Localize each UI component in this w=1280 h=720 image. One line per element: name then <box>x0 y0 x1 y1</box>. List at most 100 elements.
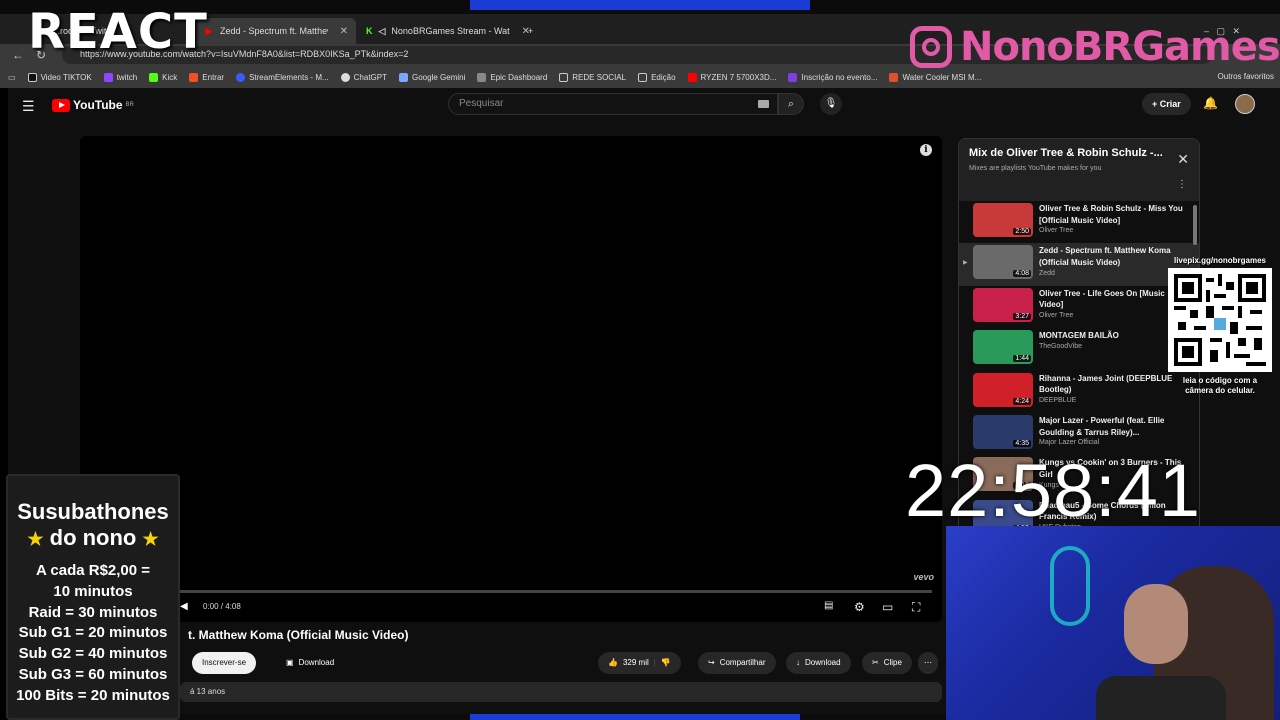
like-button[interactable]: 👍 329 mil | 👎 <box>598 652 681 674</box>
tab-kick[interactable]: K ◁ NonoBRGames Stream - Wat ✕ <box>358 18 530 44</box>
youtube-play-icon <box>52 98 70 112</box>
duration-badge: 4:24 <box>1013 397 1031 405</box>
react-title: REACT <box>28 4 208 60</box>
playlist-thumbnail[interactable]: 4:08 <box>973 245 1033 280</box>
mute-icon[interactable]: ◁ <box>379 26 386 37</box>
subathon-rule: Raid = 30 minutos <box>28 603 158 621</box>
playlist-item-title[interactable]: Oliver Tree & Robin Schulz - Miss You [O… <box>1039 203 1191 226</box>
keyboard-icon[interactable] <box>758 100 769 108</box>
more-vert-icon[interactable]: ⋮ <box>1177 179 1187 190</box>
playlist-item-text: MONTAGEM BAILÃO TheGoodVibe <box>1039 330 1119 368</box>
bookmark-item[interactable]: Epic Dashboard <box>477 72 547 82</box>
streamer-face <box>1124 584 1188 664</box>
playlist-item[interactable]: 1:44 MONTAGEM BAILÃO TheGoodVibe <box>959 328 1199 370</box>
back-icon[interactable]: ← <box>12 48 24 62</box>
playlist-item-title[interactable]: MONTAGEM BAILÃO <box>1039 330 1119 342</box>
video-title: t. Matthew Koma (Official Music Video) <box>188 628 409 642</box>
close-tab-icon[interactable]: ✕ <box>340 26 348 37</box>
bookmark-item[interactable]: twitch <box>103 72 137 82</box>
clip-button[interactable]: ✂ Clipe <box>862 652 912 674</box>
playlist-thumbnail[interactable]: 4:35 <box>973 414 1033 449</box>
now-playing-icon: ▶ <box>963 260 968 267</box>
bookmark-item[interactable]: RYZEN 7 5700X3D... <box>687 72 776 82</box>
tab-label: NonoBRGames Stream - Wat <box>391 26 510 36</box>
search-icon: ⌕ <box>787 98 795 110</box>
download-button[interactable]: ↓ Download <box>786 652 851 674</box>
subathon-subtitle: ★ do nono ★ <box>27 525 159 550</box>
subathon-panel: Susubathones ★ do nono ★ A cada R$2,00 =… <box>6 474 180 720</box>
settings-gear-icon[interactable]: ⚙ <box>854 600 865 614</box>
scrollbar[interactable] <box>1193 205 1197 245</box>
create-button[interactable]: + Criar <box>1142 93 1191 115</box>
avatar[interactable] <box>1235 94 1255 114</box>
subathon-rule: 100 Bits = 20 minutos <box>16 686 170 704</box>
bookmark-item[interactable]: Water Cooler MSI M... <box>889 72 981 82</box>
search-button[interactable]: ⌕ <box>778 93 804 115</box>
fullscreen-icon[interactable]: ⛶ <box>912 600 920 615</box>
tab-youtube[interactable]: ▶ Zedd - Spectrum ft. Matthew Kom ✕ <box>196 18 356 44</box>
playlist-item[interactable]: 3:27 Oliver Tree - Life Goes On [Music Vi… <box>959 286 1199 328</box>
share-icon: ↪ <box>708 658 715 667</box>
video-player[interactable]: i vevo ◀ 0:00 / 4:08 ▤ ⚙ ▭ ⛶ <box>80 136 942 622</box>
bookmark-folder[interactable]: Edição <box>638 72 676 82</box>
volume-icon[interactable]: ◀ <box>180 601 188 612</box>
player-controls: ◀ 0:00 / 4:08 ▤ ⚙ ▭ ⛶ <box>80 596 942 620</box>
playlist-item-channel: TheGoodVibe <box>1039 342 1083 350</box>
playlist-item[interactable]: 4:24 Rihanna - James Joint (DEEPBLUE Boot… <box>959 371 1199 413</box>
bookmarks-menu-icon[interactable]: ▭ <box>8 73 16 82</box>
webcam-feed <box>946 526 1280 720</box>
playlist-thumbnail[interactable]: 3:27 <box>973 287 1033 322</box>
progress-bar[interactable] <box>90 590 932 593</box>
playlist-item-channel: Major Lazer Official <box>1039 439 1100 447</box>
bookmark-item[interactable]: Video TIKTOK <box>27 72 92 82</box>
bookmark-item[interactable]: Entrar <box>189 72 224 82</box>
youtube-logo[interactable]: YouTube BR <box>52 98 134 112</box>
top-accent-bar <box>470 0 810 10</box>
bookmark-item[interactable]: Google Gemini <box>399 72 465 82</box>
mic-icon[interactable]: 🎙 <box>820 93 842 115</box>
playlist-thumbnail[interactable]: 2:50 <box>973 203 1033 237</box>
playlist-thumbnail[interactable]: 1:44 <box>973 330 1033 365</box>
subscribe-button[interactable]: Inscrever-se <box>192 652 257 674</box>
bookmark-folder[interactable]: REDE SOCIAL <box>559 72 626 82</box>
description-box[interactable]: á 13 anos <box>180 682 942 702</box>
razer-logo-glow <box>1050 546 1090 626</box>
duration-badge: 4:08 <box>1013 270 1031 278</box>
subathon-rule: A cada R$2,00 = <box>35 562 151 579</box>
playlist-item[interactable]: ▶ 4:08 Zedd - Spectrum ft. Matthew Koma (O… <box>959 243 1199 286</box>
new-tab-button[interactable]: + <box>520 18 541 44</box>
brand-logo: NonoBRGames <box>910 24 1280 70</box>
bottom-strip <box>180 714 946 720</box>
star-icon: ★ <box>142 529 159 549</box>
bookmark-item[interactable]: Kick <box>149 72 177 82</box>
close-icon[interactable]: ✕ <box>1177 151 1189 168</box>
playlist-thumbnail[interactable]: 4:24 <box>973 372 1033 407</box>
bookmark-item[interactable]: Inscrição no evento... <box>788 72 877 82</box>
subathon-rule: Sub G3 = 60 minutos <box>18 665 168 683</box>
download-left-button[interactable]: ▣ Download <box>276 652 344 674</box>
bookmark-item[interactable]: StreamElements - M... <box>236 72 329 82</box>
info-icon[interactable]: i <box>920 144 932 156</box>
bookmark-item[interactable]: ChatGPT <box>340 72 387 82</box>
playlist-item-title[interactable]: Major Lazer - Powerful (feat. Ellie Goul… <box>1039 415 1191 438</box>
star-icon: ★ <box>27 529 44 549</box>
notifications-bell-icon[interactable]: 🔔 <box>1203 96 1218 110</box>
more-actions-icon[interactable]: ⋯ <box>918 652 938 674</box>
subathon-timer: 22:58:41 <box>905 449 1202 532</box>
theater-mode-icon[interactable]: ▭ <box>882 600 893 614</box>
share-button[interactable]: ↪ Compartilhar <box>698 652 776 674</box>
menu-icon[interactable]: ☰ <box>22 98 35 115</box>
duration-badge: 3:27 <box>1013 312 1031 320</box>
duration-badge: 4:35 <box>1013 439 1031 447</box>
time-display: 0:00 / 4:08 <box>203 602 241 611</box>
search-input[interactable]: Pesquisar <box>448 93 778 115</box>
other-bookmarks[interactable]: Outros favoritos <box>1218 72 1274 81</box>
playlist-title[interactable]: Mix de Oliver Tree & Robin Schulz -... <box>969 147 1189 159</box>
bottom-accent-bar <box>470 714 800 720</box>
qr-code-icon <box>1174 274 1266 366</box>
playlist-item[interactable]: 2:50 Oliver Tree & Robin Schulz - Miss Yo… <box>959 201 1199 243</box>
subtitles-icon[interactable]: ▤ <box>824 600 833 611</box>
thumbs-down-icon[interactable]: 👎 <box>661 652 671 674</box>
thumbs-up-icon: 👍 <box>608 658 618 667</box>
download-icon: ↓ <box>796 658 800 667</box>
